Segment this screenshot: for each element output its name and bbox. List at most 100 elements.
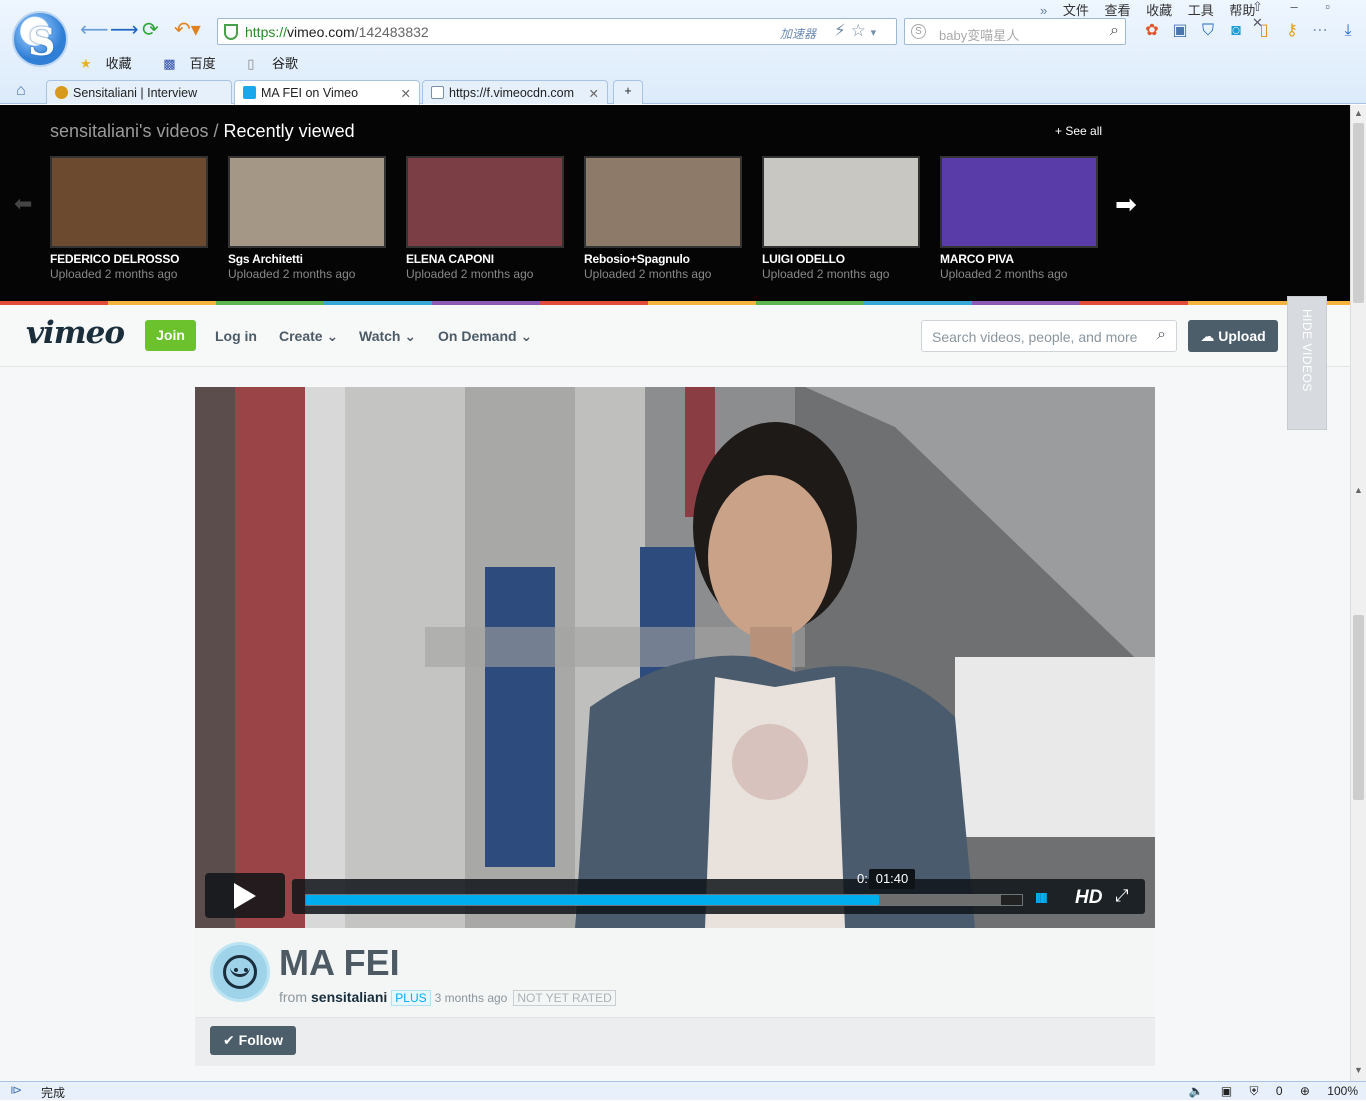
vimeo-search-input[interactable]: Search videos, people, and more ⌕ [921, 320, 1177, 352]
page-scrollbar[interactable]: ▲ ▲ ▼ [1350, 105, 1366, 1081]
thumb-title[interactable]: LUIGI ODELLO [762, 252, 845, 266]
block-counter[interactable]: ⛨ 0 [1250, 1084, 1283, 1098]
scroll-arrow-icon[interactable]: ▲ [1354, 485, 1363, 495]
address-url[interactable]: https://vimeo.com/142483832 [245, 24, 429, 40]
tab-sensitaliani[interactable]: Sensitaliani | Interview [46, 80, 232, 104]
lightning-icon[interactable]: ⚡ [834, 21, 846, 40]
thumb-uploaded: Uploaded 2 months ago [584, 267, 712, 281]
fullscreen-icon[interactable]: ⤢ [1115, 886, 1129, 906]
sound-icon[interactable]: 🔈 [1189, 1084, 1204, 1098]
key-icon[interactable]: ⚷ [1278, 20, 1306, 40]
browser-search-input[interactable]: baby变喵星人 [939, 25, 1019, 44]
owner-link[interactable]: sensitaliani [311, 989, 387, 1005]
page-favicon-icon [431, 86, 444, 99]
upload-button[interactable]: ☁ Upload [1188, 320, 1278, 352]
bookmarks-bar: ★ 收藏 ▩ 百度 ▯ 谷歌 [80, 53, 326, 72]
see-all-link[interactable]: + See all [1055, 124, 1102, 138]
capture-icon[interactable]: ◙ [1222, 22, 1250, 40]
star-icon[interactable]: ☆ [851, 21, 866, 40]
tab-favicon-icon [55, 86, 68, 99]
player-control-bar: IIIII HD ⤢ [292, 879, 1145, 914]
thumb-marco-piva[interactable] [940, 156, 1098, 248]
tab-vimeocdn[interactable]: https://f.vimeocdn.com ✕ [422, 80, 608, 104]
plus-badge[interactable]: PLUS [391, 990, 431, 1006]
more-icon[interactable]: ⋯ [1306, 20, 1334, 40]
progress-bar[interactable] [305, 894, 1023, 906]
bookmark-google[interactable]: ▯ 谷歌 [247, 56, 312, 71]
zoom-control[interactable]: ⊕ 100% [1300, 1084, 1358, 1098]
watch-menu[interactable]: Watch ⌄ [359, 328, 416, 345]
thumb-sgs-architetti[interactable] [228, 156, 386, 248]
close-tab-icon[interactable]: ✕ [401, 86, 411, 101]
extension-icons: ✿ ▣ ⛉ ◙ ▯ ⚷ ⋯ ⤓ [1138, 20, 1362, 40]
hd-button[interactable]: HD [1075, 887, 1102, 909]
cloud-upload-icon: ☁ [1200, 328, 1215, 344]
bookmark-baidu[interactable]: ▩ 百度 [163, 56, 229, 71]
menu-tools[interactable]: 工具 [1188, 3, 1214, 18]
phone-icon[interactable]: ▯ [1250, 20, 1278, 40]
thumb-title[interactable]: Sgs Architetti [228, 252, 303, 266]
browser-search[interactable]: S baby变喵星人 ⌕ [904, 18, 1126, 45]
time-tooltip: 01:40 [869, 869, 915, 889]
dropdown-icon[interactable]: ▾ [871, 27, 877, 39]
thumb-title[interactable]: MARCO PIVA [940, 252, 1014, 266]
refresh-icon[interactable]: ⟳ [142, 20, 159, 40]
gift-icon[interactable]: ✿ [1138, 20, 1166, 40]
thumb-title[interactable]: FEDERICO DELROSSO [50, 252, 179, 266]
address-bar[interactable]: https://vimeo.com/142483832 加速器 ⚡ ☆ ▾ [217, 18, 897, 45]
bookmark-favorites[interactable]: ★ 收藏 [80, 56, 146, 71]
thumb-title[interactable]: ELENA CAPONI [406, 252, 494, 266]
login-link[interactable]: Log in [215, 328, 257, 344]
thumb-rebosio-spagnulo[interactable] [584, 156, 742, 248]
accelerator-label[interactable]: 加速器 [780, 25, 816, 42]
join-button[interactable]: Join [145, 320, 196, 351]
play-button[interactable] [205, 873, 285, 918]
close-tab-icon[interactable]: ✕ [589, 86, 599, 101]
on-demand-menu[interactable]: On Demand ⌄ [438, 328, 532, 345]
scroll-down-icon[interactable]: ▼ [1354, 1065, 1363, 1075]
create-menu[interactable]: Create ⌄ [279, 328, 338, 345]
thumb-luigi-odello[interactable] [762, 156, 920, 248]
scroll-up-icon[interactable]: ▲ [1354, 108, 1363, 118]
search-icon[interactable]: ⌕ [1157, 326, 1166, 344]
search-icon[interactable]: ⌕ [1110, 22, 1119, 40]
address-tools[interactable]: ⚡ ☆ ▾ [834, 21, 876, 41]
hide-videos-tab[interactable]: HIDE VIDEOS [1287, 296, 1327, 430]
new-tab-button[interactable]: + [613, 80, 643, 104]
search-engine-icon[interactable]: S [911, 24, 926, 39]
menu-favorites[interactable]: 收藏 [1146, 3, 1172, 18]
download-icon[interactable]: ⤓ [1334, 22, 1362, 40]
scroll-thumb[interactable] [1353, 123, 1364, 303]
thumb-uploaded: Uploaded 2 months ago [940, 267, 1068, 281]
play-icon [234, 883, 256, 909]
tab-strip: Sensitaliani | Interview MA FEI on Vimeo… [0, 78, 1366, 105]
thumb-elena-caponi[interactable] [406, 156, 564, 248]
avatar[interactable] [210, 942, 270, 1002]
vimeo-logo[interactable]: vimeo [26, 315, 125, 351]
scroll-thumb[interactable] [1353, 615, 1364, 800]
shield-icon[interactable]: ⛉ [1194, 22, 1222, 40]
back-icon[interactable]: ⟵ [80, 20, 109, 40]
browser-toolbar: S ⟵ ⟶ ⟳ ↶▾ https://vimeo.com/142483832 加… [0, 0, 1366, 105]
arrow-right-icon[interactable]: ➡ [1115, 189, 1137, 220]
undo-icon[interactable]: ↶▾ [174, 20, 201, 40]
arrow-left-icon[interactable]: ⬅ [14, 191, 32, 217]
devices-icon[interactable]: ▣ [1221, 1084, 1232, 1098]
menu-file[interactable]: 文件 [1063, 3, 1089, 18]
screen-icon[interactable]: ▣ [1166, 20, 1194, 40]
thumb-federico-delrosso[interactable] [50, 156, 208, 248]
forward-icon[interactable]: ⟶ [110, 20, 139, 40]
panel-toggle-icon[interactable]: ⧐ [10, 1083, 22, 1097]
follow-button[interactable]: ✔ Follow [210, 1026, 296, 1055]
menu-view[interactable]: 查看 [1105, 3, 1131, 18]
star-filled-icon: ★ [80, 56, 92, 71]
owner-videos-link[interactable]: sensitaliani's videos [50, 121, 209, 141]
volume-control[interactable]: IIIII [1035, 890, 1048, 907]
tab-ma-fei[interactable]: MA FEI on Vimeo ✕ [234, 80, 420, 105]
video-player[interactable]: IIIII HD ⤢ 0: 01:40 [195, 387, 1155, 928]
thumb-title[interactable]: Rebosio+Spagnulo [584, 252, 690, 266]
more-menu-icon[interactable]: » [1040, 3, 1047, 18]
video-frame [195, 387, 1155, 928]
browser-logo-icon[interactable]: S [12, 11, 68, 67]
vimeo-favicon-icon [243, 86, 256, 99]
